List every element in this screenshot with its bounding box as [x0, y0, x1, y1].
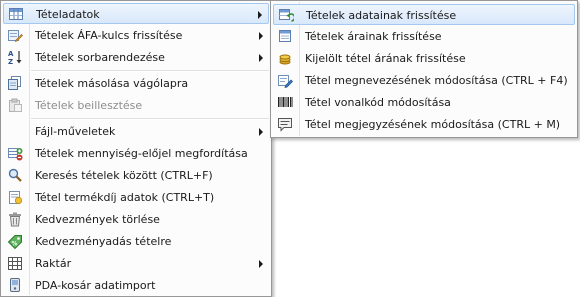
submenu-arrow-icon — [259, 260, 263, 268]
menu-item-label: Tételek mennyiség-előjel megfordítása — [35, 147, 248, 160]
warehouse-icon — [7, 255, 23, 271]
context-menu: Tételadatok Tételek ÁFA-kulcs frissítése… — [0, 0, 272, 297]
menu-item-label: Tétel megjegyzésének módosítása (CTRL + … — [305, 118, 561, 131]
svg-text:Z: Z — [8, 58, 13, 65]
menu-item-elojel-megforditas[interactable]: Tételek mennyiség-előjel megfordítása — [3, 143, 269, 164]
menu-item-label: Tételek sorbarendezése — [35, 51, 165, 64]
discount-tag-icon: % — [7, 233, 23, 249]
submenu-item-arak-frissitese[interactable]: Tételek árainak frissítése — [273, 26, 575, 47]
menu-item-label: Tételek másolása vágólapra — [35, 77, 189, 90]
note-icon — [277, 116, 293, 132]
refresh-data-icon — [278, 7, 294, 23]
svg-text:A: A — [8, 50, 14, 58]
sort-az-icon: AZ — [7, 49, 23, 65]
pda-icon — [7, 277, 23, 293]
menu-item-label: Tételek adatainak frissítése — [306, 9, 457, 22]
submenu-item-vonalkod[interactable]: Tétel vonalkód módosítása — [273, 92, 575, 113]
menu-item-label: Tételadatok — [36, 8, 100, 21]
sign-flip-icon — [7, 145, 23, 161]
paste-icon — [7, 97, 23, 113]
menu-item-beillesztes[interactable]: Tételek beillesztése — [3, 95, 269, 116]
submenu-item-kijelolt-ar[interactable]: Kijelölt tétel árának frissítése — [273, 48, 575, 69]
menu-item-label: Tételek beillesztése — [35, 99, 143, 112]
submenu-teteladatok: Tételek adatainak frissítése Tételek ára… — [270, 0, 578, 138]
menu-separator — [31, 118, 269, 120]
menu-item-kedvezmeny-torles[interactable]: Kedvezmények törlése — [3, 209, 269, 230]
barcode-icon — [277, 94, 293, 110]
menu-item-label: Kijelölt tétel árának frissítése — [305, 52, 466, 65]
price-list-icon — [277, 28, 293, 44]
menu-item-kedvezmenyadas[interactable]: % Kedvezményadás tételre — [3, 231, 269, 252]
menu-item-label: Tétel megnevezésének módosítása (CTRL + … — [305, 74, 568, 87]
svg-text:%: % — [12, 241, 18, 248]
menu-item-label: Kedvezmények törlése — [35, 213, 160, 226]
submenu-arrow-icon — [258, 11, 262, 19]
menu-item-label: Tételek ÁFA-kulcs frissítése — [35, 29, 183, 42]
menu-item-label: Keresés tételek között (CTRL+F) — [35, 169, 213, 182]
menu-item-label: Tételek árainak frissítése — [305, 30, 442, 43]
menu-item-label: Fájl-műveletek — [35, 125, 116, 138]
menu-item-label: Tétel termékdíj adatok (CTRL+T) — [35, 191, 215, 204]
table-grid-icon — [8, 6, 24, 22]
menu-item-raktar[interactable]: Raktár — [3, 253, 269, 274]
coin-icon — [277, 50, 293, 66]
submenu-arrow-icon — [259, 128, 263, 136]
menu-item-pda-import[interactable]: PDA-kosár adatimport — [3, 275, 269, 296]
rename-icon — [277, 72, 293, 88]
submenu-arrow-icon — [259, 32, 263, 40]
submenu-item-megnevezes[interactable]: Tétel megnevezésének módosítása (CTRL + … — [273, 70, 575, 91]
menu-item-teteladatok[interactable]: Tételadatok — [3, 3, 269, 24]
menu-item-masolas[interactable]: Tételek másolása vágólapra — [3, 73, 269, 94]
menu-item-afa-kulcs[interactable]: Tételek ÁFA-kulcs frissítése — [3, 25, 269, 46]
menu-item-termekdij[interactable]: Tétel termékdíj adatok (CTRL+T) — [3, 187, 269, 208]
submenu-item-megjegyzes[interactable]: Tétel megjegyzésének módosítása (CTRL + … — [273, 114, 575, 135]
menu-item-label: Kedvezményadás tételre — [35, 235, 172, 248]
menu-item-label: Raktár — [35, 257, 72, 270]
menu-item-kereses[interactable]: Keresés tételek között (CTRL+F) — [3, 165, 269, 186]
vat-edit-icon — [7, 27, 23, 43]
submenu-item-adatok-frissitese[interactable]: Tételek adatainak frissítése — [273, 4, 575, 25]
fee-icon — [7, 189, 23, 205]
menu-item-sorbarendezes[interactable]: AZ Tételek sorbarendezése — [3, 47, 269, 68]
search-icon — [7, 167, 23, 183]
menu-item-fajl-muveletek[interactable]: Fájl-műveletek — [3, 121, 269, 142]
copy-icon — [7, 75, 23, 91]
menu-item-label: Tétel vonalkód módosítása — [305, 96, 451, 109]
file-icon — [7, 123, 23, 139]
menu-separator — [31, 70, 269, 72]
trash-icon — [7, 211, 23, 227]
menu-item-label: PDA-kosár adatimport — [35, 279, 156, 292]
submenu-arrow-icon — [259, 54, 263, 62]
